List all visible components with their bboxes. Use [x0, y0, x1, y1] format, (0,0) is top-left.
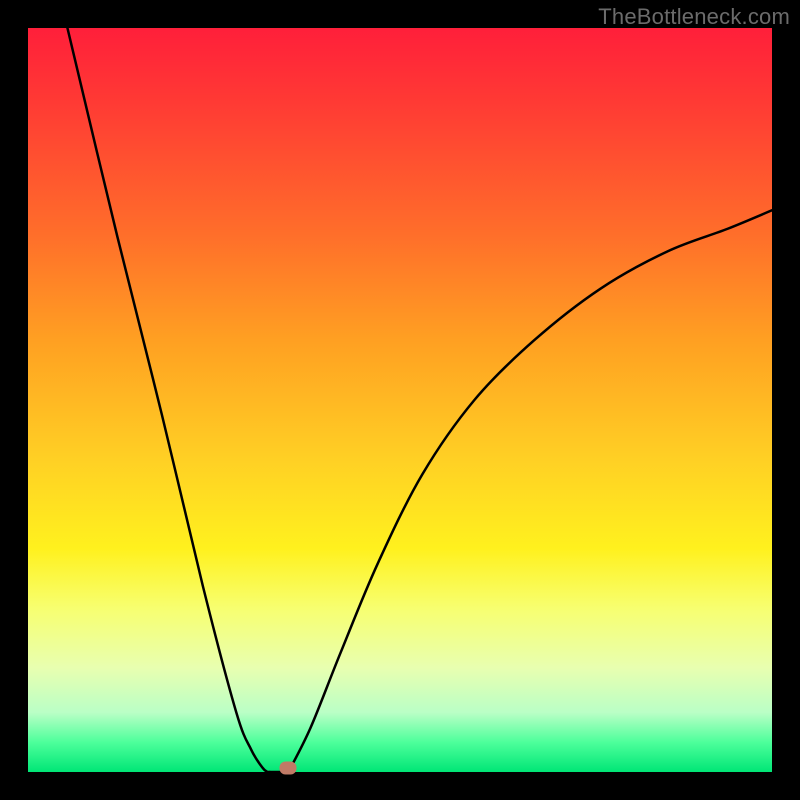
- watermark-text: TheBottleneck.com: [598, 4, 790, 30]
- optimum-marker: [280, 761, 297, 774]
- curve-left-branch: [67, 28, 269, 772]
- plot-area: [28, 28, 772, 772]
- chart-frame: TheBottleneck.com: [0, 0, 800, 800]
- curve-right-branch: [288, 210, 772, 772]
- curve-layer: [28, 28, 772, 772]
